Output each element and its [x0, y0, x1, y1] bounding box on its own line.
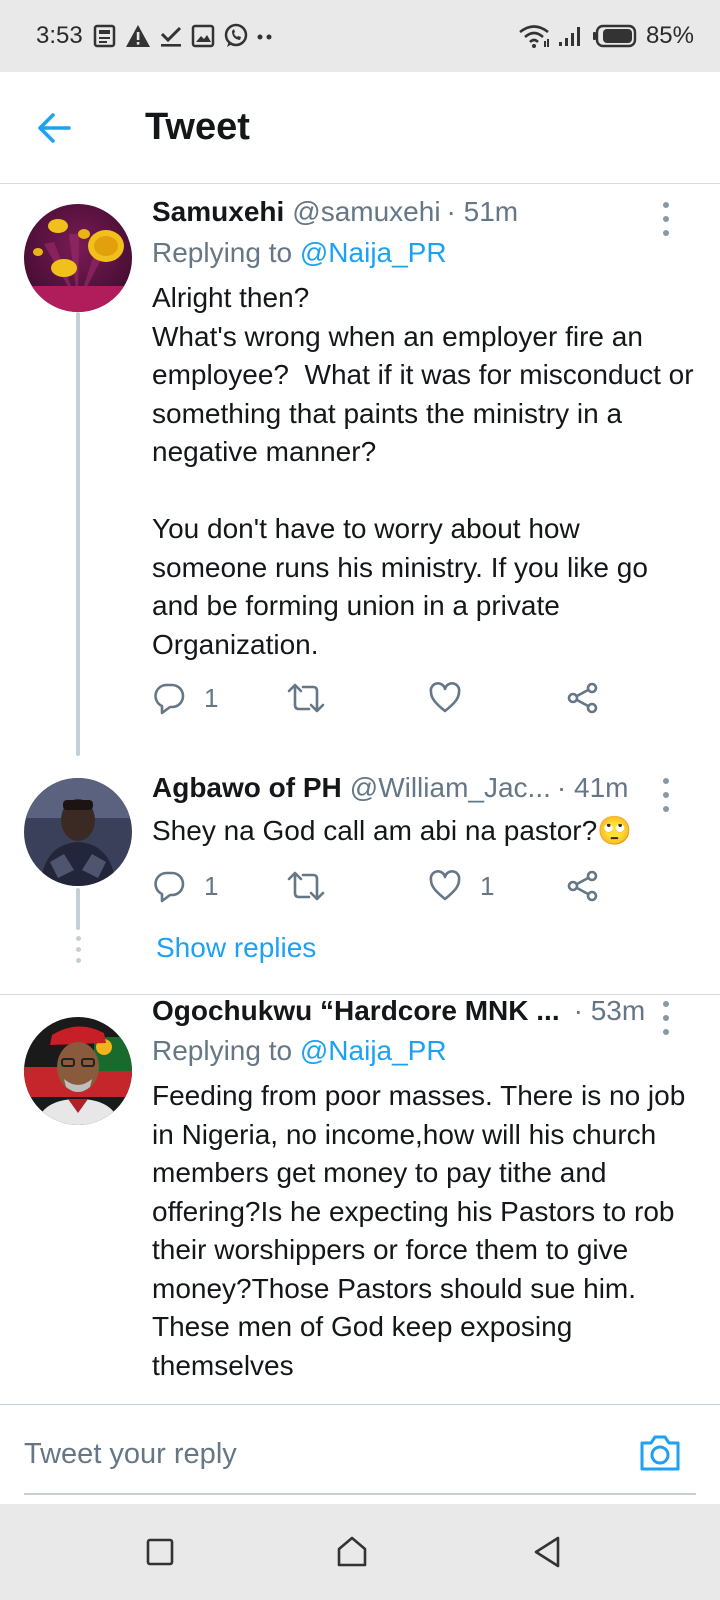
signal-icon [558, 27, 580, 46]
tweet-time: · 53m [573, 995, 646, 1026]
status-bar: 3:53 85% [0, 0, 720, 72]
replying-to: Replying to @Naija_PR [152, 1035, 447, 1067]
triangle-back-icon [534, 1536, 560, 1568]
retweet-button[interactable] [286, 678, 344, 718]
reply-icon [154, 871, 185, 903]
tweet-text: Alright then? What's wrong when an emplo… [152, 282, 694, 660]
tweet-time: · 41m [556, 772, 629, 803]
system-status: 85% [518, 20, 694, 52]
show-replies-link[interactable]: Show replies [156, 932, 316, 964]
avatar[interactable] [24, 1017, 132, 1125]
replying-mention[interactable]: @Naija_PR [300, 1035, 447, 1066]
share-icon [567, 870, 598, 902]
tweet-item[interactable]: Samuxehi @samuxehi · 51m Replying to @Na… [0, 184, 720, 756]
like-count: 1 [480, 870, 495, 901]
avatar[interactable] [24, 204, 132, 312]
home-button[interactable] [334, 1534, 370, 1570]
like-button[interactable] [428, 678, 480, 718]
whatsapp-icon [224, 23, 248, 47]
tweet-text: Shey na God call am abi na pastor?🙄 [152, 815, 633, 846]
replying-prefix: Replying to [152, 237, 300, 268]
system-nav-bar [0, 1504, 720, 1600]
reply-composer [0, 1404, 720, 1504]
more-options-button[interactable] [658, 778, 674, 812]
thread-line [76, 888, 80, 930]
tweet-header: Ogochukwu “Hardcore MNK ... · 53m [152, 995, 660, 1035]
replying-to: Replying to @Naija_PR [152, 237, 447, 269]
replying-prefix: Replying to [152, 1035, 300, 1066]
reply-input[interactable] [24, 1429, 604, 1479]
reply-button[interactable]: 1 [152, 866, 218, 906]
like-button[interactable]: 1 [428, 866, 494, 906]
retweet-icon [287, 871, 325, 901]
tweet-header: Agbawo of PH @William_Jac... · 41m [152, 772, 660, 812]
back-nav-button[interactable] [530, 1534, 566, 1570]
tweet-item[interactable]: Ogochukwu “Hardcore MNK ... · 53m Replyi… [0, 995, 720, 1403]
warning-icon [126, 25, 150, 47]
reply-count: 1 [204, 870, 219, 901]
heart-icon [429, 870, 461, 901]
battery-percent: 85% [645, 22, 694, 49]
heart-icon [429, 682, 461, 713]
user-name[interactable]: Ogochukwu “Hardcore MNK ... [152, 995, 560, 1027]
tweet-actions: 1 [152, 678, 632, 718]
camera-icon [640, 1435, 680, 1471]
tweet-time: · 51m [446, 196, 519, 227]
reply-underline [24, 1493, 696, 1495]
camera-button[interactable] [638, 1433, 682, 1473]
share-button[interactable] [566, 678, 600, 718]
back-button[interactable] [34, 108, 74, 148]
image-icon [191, 24, 215, 48]
battery-icon [592, 24, 637, 48]
tweet-item[interactable]: Agbawo of PH @William_Jac... · 41m Shey … [0, 754, 720, 994]
share-icon [567, 682, 598, 714]
wifi-icon [519, 25, 549, 48]
retweet-icon [287, 683, 325, 713]
more-dots-icon [257, 34, 272, 40]
page-title: Tweet [145, 106, 250, 148]
share-button[interactable] [566, 866, 600, 906]
tweet-text: Feeding from poor masses. There is no jo… [152, 1080, 694, 1381]
user-name[interactable]: Agbawo of PH [152, 772, 342, 804]
user-handle[interactable]: @samuxehi [292, 196, 440, 228]
more-options-button[interactable] [658, 1001, 674, 1035]
reply-icon [154, 683, 185, 715]
check-icon [160, 26, 182, 47]
home-icon [337, 1536, 367, 1567]
avatar[interactable] [24, 778, 132, 886]
thread-dots [74, 936, 82, 963]
recents-button[interactable] [142, 1534, 178, 1570]
tweet-actions: 1 1 [152, 866, 632, 906]
app-header: Tweet [0, 72, 720, 184]
user-handle[interactable]: @William_Jac... [350, 772, 551, 804]
status-time: 3:53 [36, 22, 83, 49]
tweet-header: Samuxehi @samuxehi · 51m [152, 196, 660, 236]
more-options-button[interactable] [658, 202, 674, 236]
replying-mention[interactable]: @Naija_PR [300, 237, 447, 268]
notification-icons [92, 20, 274, 52]
reply-count: 1 [204, 682, 219, 713]
retweet-button[interactable] [286, 866, 344, 906]
square-icon [146, 1538, 174, 1566]
thread-line [76, 312, 80, 756]
user-name[interactable]: Samuxehi [152, 196, 284, 228]
back-arrow-icon [38, 113, 71, 143]
news-icon [93, 24, 116, 48]
reply-button[interactable]: 1 [152, 678, 218, 718]
